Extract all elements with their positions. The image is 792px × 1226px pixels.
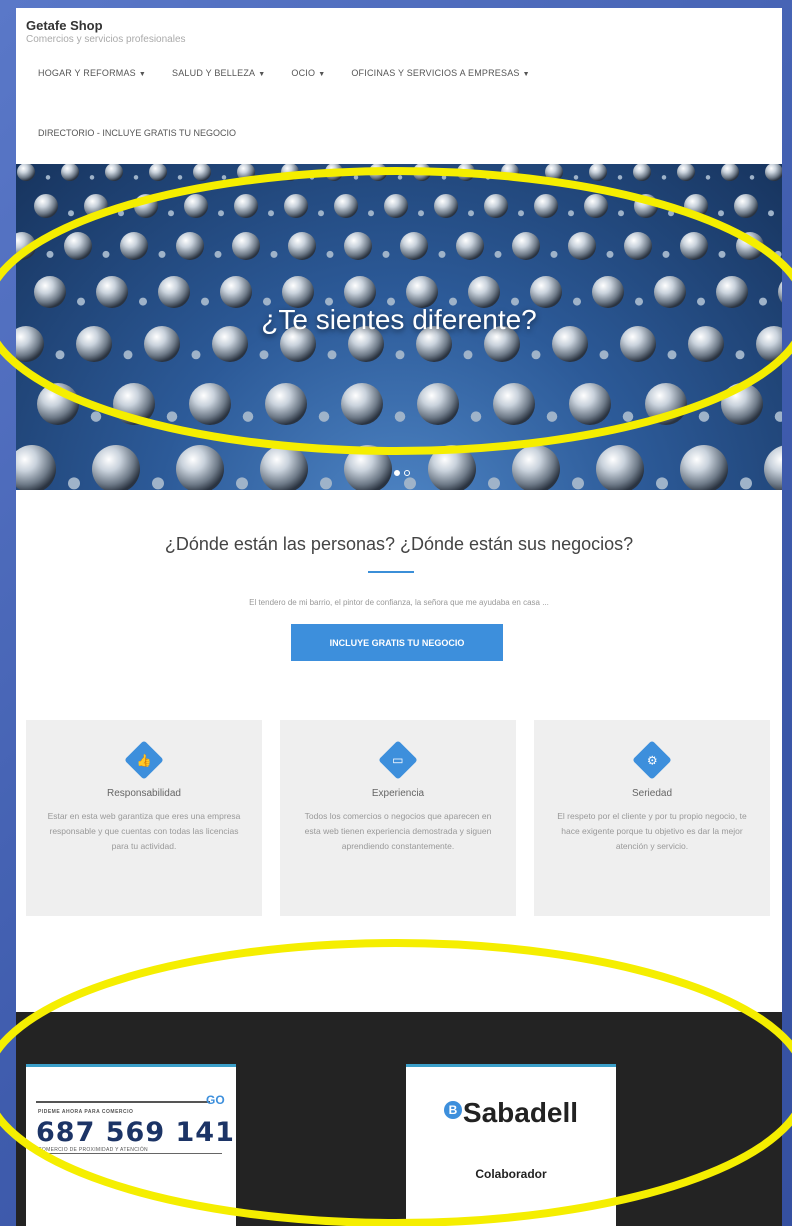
feature-glyph: ⚙ bbox=[646, 752, 658, 767]
nav-item-oficinas[interactable]: OFICINAS Y SERVICIOS A EMPRESAS ▼ bbox=[351, 68, 529, 78]
title-divider bbox=[368, 571, 414, 573]
nav-item-label: HOGAR Y REFORMAS bbox=[38, 68, 136, 78]
include-business-button[interactable]: INCLUYE GRATIS TU NEGOCIO bbox=[291, 624, 503, 661]
ad-divider bbox=[36, 1101, 210, 1103]
nav-item-salud-y-belleza[interactable]: SALUD Y BELLEZA ▼ bbox=[172, 68, 265, 78]
site-brand[interactable]: Getafe Shop Comercios y servicios profes… bbox=[26, 18, 186, 45]
nav-item-ocio[interactable]: OCIO ▼ bbox=[291, 68, 325, 78]
slider-pagination bbox=[394, 470, 410, 476]
site-tagline: Comercios y servicios profesionales bbox=[26, 34, 186, 45]
feature-title: Experiencia bbox=[371, 788, 425, 799]
feature-card-responsabilidad: 👍 Responsabilidad Estar en esta web gara… bbox=[26, 720, 262, 916]
site-title[interactable]: Getafe Shop bbox=[26, 18, 186, 33]
web-page: Getafe Shop Comercios y servicios profes… bbox=[16, 8, 782, 1226]
ad-phone-number: 687 569 141 bbox=[36, 1117, 235, 1148]
nav-item-hogar-y-reformas[interactable]: HOGAR Y REFORMAS ▼ bbox=[38, 68, 146, 78]
partner-caption: Colaborador bbox=[475, 1167, 547, 1181]
caret-down-icon: ▼ bbox=[258, 71, 266, 78]
feature-text: Todos los comercios o negocios que apare… bbox=[304, 811, 492, 851]
caret-down-icon: ▼ bbox=[138, 71, 147, 78]
feature-card-experiencia: ▭ Experiencia Todos los comercios o nego… bbox=[280, 720, 516, 916]
caret-down-icon: ▼ bbox=[522, 71, 530, 78]
feature-title: Responsabilidad bbox=[107, 788, 181, 799]
feature-card-seriedad: ⚙ Seriedad El respeto por el cliente y p… bbox=[534, 720, 770, 916]
go-logo: GO bbox=[206, 1093, 225, 1107]
intro-title: ¿Dónde están las personas? ¿Dónde están … bbox=[164, 534, 634, 554]
ad-small-text: PIDEME AHORA PARA COMERCIO bbox=[38, 1109, 134, 1115]
hero-headline: ¿Te sientes diferente? bbox=[261, 304, 537, 335]
sabadell-logo-text: Sabadell bbox=[462, 1097, 579, 1128]
intro-subtitle: El tendero de mi barrio, el pintor de co… bbox=[249, 598, 549, 607]
thumbs-up-icon: 👍 bbox=[124, 740, 164, 780]
nav-item-directorio[interactable]: DIRECTORIO - INCLUYE GRATIS TU NEGOCIO bbox=[38, 128, 236, 138]
main-nav: HOGAR Y REFORMAS ▼ SALUD Y BELLEZA ▼ OCIO ▼… bbox=[38, 68, 530, 78]
cogs-icon: ⚙ bbox=[632, 740, 672, 780]
caret-down-icon: ▼ bbox=[318, 71, 326, 78]
ad-rule bbox=[36, 1153, 222, 1154]
feature-glyph: 👍 bbox=[136, 752, 152, 767]
feature-title: Seriedad bbox=[631, 788, 673, 799]
feature-text: Estar en esta web garantiza que eres una… bbox=[47, 811, 241, 851]
partner-card-sabadell[interactable]: B Sabadell Colaborador bbox=[406, 1064, 616, 1226]
slider-dot-2[interactable] bbox=[404, 470, 410, 476]
monitor-icon: ▭ bbox=[378, 740, 418, 780]
nav-item-label: SALUD Y BELLEZA bbox=[172, 68, 256, 78]
sabadell-b-icon: B bbox=[443, 1101, 462, 1119]
nav-item-label: OCIO bbox=[291, 68, 316, 78]
feature-glyph: ▭ bbox=[392, 753, 404, 767]
feature-text: El respeto por el cliente y por tu propi… bbox=[557, 811, 747, 851]
ad-banner-go[interactable]: GO PIDEME AHORA PARA COMERCIO 687 569 14… bbox=[26, 1064, 236, 1226]
hero-slider[interactable]: ¿Te sientes diferente? bbox=[16, 164, 782, 490]
sabadell-logo: B Sabadell bbox=[406, 1097, 616, 1129]
nav-item-label: OFICINAS Y SERVICIOS A EMPRESAS bbox=[351, 68, 520, 78]
slider-dot-1[interactable] bbox=[394, 470, 400, 476]
